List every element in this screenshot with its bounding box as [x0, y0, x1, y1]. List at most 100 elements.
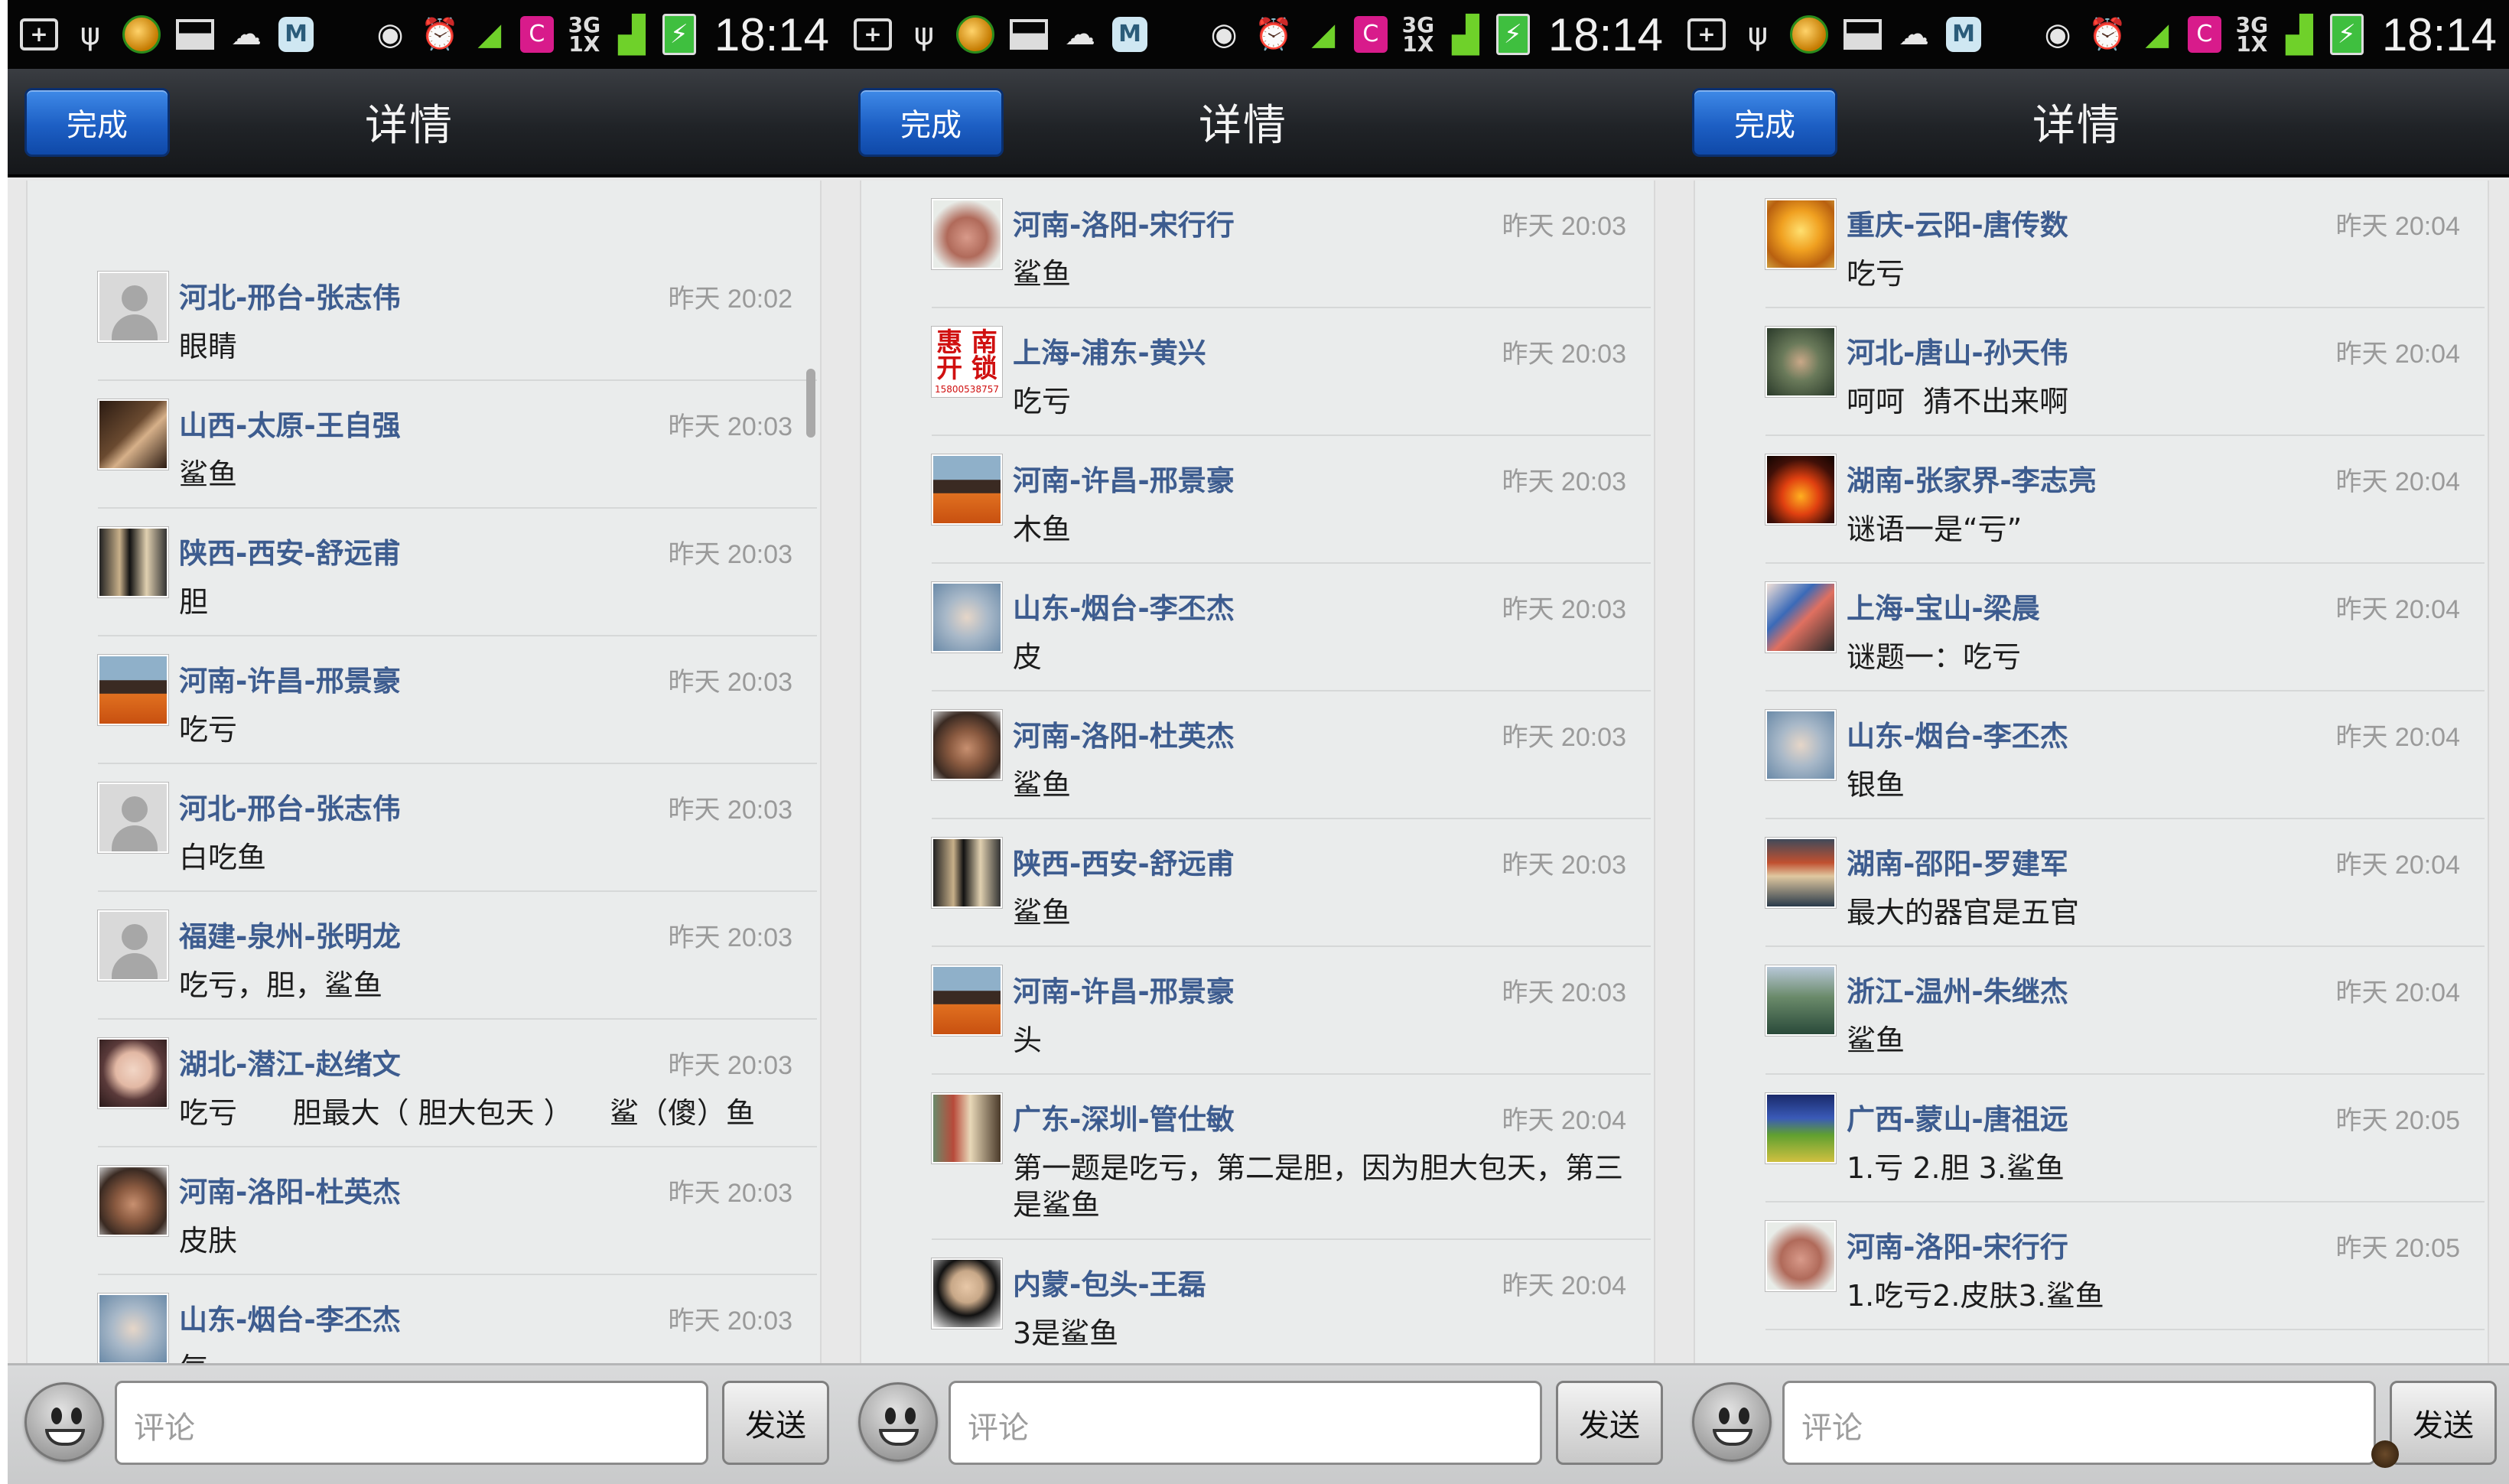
- avatar[interactable]: [98, 783, 168, 853]
- commenter-name[interactable]: 上海-浦东-黄兴: [1013, 330, 1206, 371]
- comment-item[interactable]: 河北-邢台-张志伟 昨天 20:02 眼睛: [98, 253, 817, 381]
- commenter-name[interactable]: 河北-邢台-张志伟: [179, 275, 401, 316]
- comment-item[interactable]: 河南-许昌-邢景豪 昨天 20:03 头: [932, 947, 1651, 1075]
- comment-text: 1.吃亏2.皮肤3.鲨鱼: [1847, 1279, 2104, 1313]
- comment-input[interactable]: 评论: [1782, 1381, 2376, 1465]
- commenter-name[interactable]: 山西-太原-王自强: [179, 402, 401, 444]
- comment-item[interactable]: 福建-泉州-张明龙 昨天 20:03 吃亏，胆，鲨鱼: [98, 892, 817, 1020]
- avatar[interactable]: [1765, 1221, 1836, 1291]
- commenter-name[interactable]: 上海-宝山-梁晨: [1847, 585, 2040, 626]
- avatar[interactable]: [98, 272, 168, 342]
- commenter-name[interactable]: 河南-洛阳-杜英杰: [1013, 713, 1235, 754]
- comment-item[interactable]: 上海-宝山-梁晨 昨天 20:04 谜题一：吃亏: [1765, 564, 2485, 692]
- avatar[interactable]: [1765, 965, 1836, 1036]
- commenter-name[interactable]: 河北-唐山-孙天伟: [1847, 330, 2068, 371]
- comment-item[interactable]: 山东-烟台-李丕杰 昨天 20:03 皮: [932, 564, 1651, 692]
- comment-item[interactable]: 湖南-邵阳-罗建军 昨天 20:04 最大的器官是五官: [1765, 819, 2485, 947]
- commenter-name[interactable]: 河北-邢台-张志伟: [179, 786, 401, 827]
- commenter-name[interactable]: 河南-许昌-邢景豪: [1013, 968, 1235, 1010]
- comment-item[interactable]: 浙江-温州-朱继杰 昨天 20:04 鲨鱼: [1765, 947, 2485, 1075]
- scrollbar-thumb[interactable]: [806, 369, 815, 438]
- commenter-name[interactable]: 山东-烟台-李丕杰: [1847, 713, 2068, 754]
- avatar[interactable]: [1765, 454, 1836, 525]
- commenter-name[interactable]: 广西-蒙山-唐祖远: [1847, 1096, 2068, 1137]
- commenter-name[interactable]: 浙江-温州-朱继杰: [1847, 968, 2068, 1010]
- avatar[interactable]: [932, 1093, 1002, 1163]
- commenter-name[interactable]: 河南-洛阳-宋行行: [1847, 1224, 2068, 1265]
- comment-item[interactable]: 湖南-张家界-李志亮 昨天 20:04 谜语一是“亏”: [1765, 436, 2485, 564]
- avatar[interactable]: [932, 965, 1002, 1036]
- commenter-name[interactable]: 河南-许昌-邢景豪: [1013, 457, 1235, 499]
- comment-item[interactable]: 湖北-潜江-赵绪文 昨天 20:03 吃亏 胆最大（ 胆大包天 ） 鲨（傻）鱼: [98, 1020, 817, 1147]
- commenter-name[interactable]: 湖南-邵阳-罗建军: [1847, 841, 2068, 882]
- commenter-name[interactable]: 山东-烟台-李丕杰: [179, 1297, 401, 1338]
- avatar[interactable]: [932, 838, 1002, 908]
- avatar[interactable]: [98, 910, 168, 981]
- comment-item[interactable]: 惠 南 开 锁 15800538757 上海-浦东-黄兴 昨天 20:03 吃亏: [932, 308, 1651, 436]
- comment-input[interactable]: 评论: [115, 1381, 708, 1465]
- avatar[interactable]: [1765, 710, 1836, 780]
- avatar[interactable]: [932, 199, 1002, 269]
- comment-item[interactable]: 河南-许昌-邢景豪 昨天 20:03 木鱼: [932, 436, 1651, 564]
- comment-input[interactable]: 评论: [949, 1381, 1542, 1465]
- avatar[interactable]: [98, 1294, 168, 1363]
- avatar[interactable]: [932, 1258, 1002, 1329]
- comment-item[interactable]: 河北-邢台-张志伟 昨天 20:03 白吃鱼: [98, 764, 817, 892]
- usb-icon: ψ: [1747, 17, 1769, 52]
- emoji-button[interactable]: [24, 1382, 104, 1462]
- commenter-name[interactable]: 河南-洛阳-宋行行: [1013, 202, 1235, 243]
- commenter-name[interactable]: 陕西-西安-舒远甫: [1013, 841, 1235, 882]
- avatar[interactable]: [932, 710, 1002, 780]
- avatar[interactable]: [1765, 582, 1836, 653]
- comment-item[interactable]: 河南-洛阳-杜英杰 昨天 20:03 鲨鱼: [932, 692, 1651, 819]
- done-button[interactable]: 完成: [858, 88, 1004, 157]
- comment-item[interactable]: 重庆-云阳-唐传数 昨天 20:04 吃亏: [1765, 181, 2485, 308]
- comment-item[interactable]: 山东-烟台-李丕杰 昨天 20:03 气: [98, 1275, 817, 1363]
- commenter-name[interactable]: 重庆-云阳-唐传数: [1847, 202, 2068, 243]
- comment-item[interactable]: 山西-太原-王自强 昨天 20:03 鲨鱼: [98, 381, 817, 509]
- avatar[interactable]: 惠 南 开 锁 15800538757: [932, 327, 1002, 397]
- title-bar: 完成 详情: [8, 69, 841, 177]
- comment-item[interactable]: 河南-许昌-邢景豪 昨天 20:03 吃亏: [98, 636, 817, 764]
- done-button[interactable]: 完成: [1692, 88, 1837, 157]
- avatar[interactable]: [98, 1038, 168, 1108]
- avatar[interactable]: [932, 582, 1002, 653]
- comment-item[interactable]: 内蒙-包头-王磊 昨天 20:04 3是鲨鱼: [932, 1240, 1651, 1363]
- send-button[interactable]: 发送: [1556, 1381, 1663, 1465]
- commenter-name[interactable]: 陕西-西安-舒远甫: [179, 530, 401, 571]
- comment-item[interactable]: 河南-洛阳-杜英杰 昨天 20:03 皮肤: [98, 1147, 817, 1275]
- comment-item[interactable]: 山东-烟台-李丕杰 昨天 20:04 银鱼: [1765, 692, 2485, 819]
- commenter-name[interactable]: 河南-许昌-邢景豪: [179, 658, 401, 699]
- avatar[interactable]: [1765, 1093, 1836, 1163]
- done-button[interactable]: 完成: [24, 88, 170, 157]
- avatar[interactable]: [1765, 327, 1836, 397]
- avatar[interactable]: [1765, 838, 1836, 908]
- commenter-name[interactable]: 河南-洛阳-杜英杰: [179, 1169, 401, 1210]
- emoji-button[interactable]: [858, 1382, 938, 1462]
- avatar[interactable]: [98, 1166, 168, 1236]
- comment-item[interactable]: 广西-蒙山-唐祖远 昨天 20:05 1.亏 2.胆 3.鲨鱼: [1765, 1075, 2485, 1202]
- commenter-name[interactable]: 广东-深圳-管仕敏: [1013, 1096, 1235, 1137]
- comment-list[interactable]: 重庆-云阳-唐传数 昨天 20:04 吃亏 河北-唐山-孙天伟 昨天 20:04 呵呵 猜…: [1694, 181, 2489, 1363]
- add-icon: +: [20, 18, 58, 50]
- avatar[interactable]: [98, 527, 168, 597]
- comment-item[interactable]: 广东-深圳-管仕敏 昨天 20:04 第一题是吃亏，第二是胆，因为胆大包天，第三是鲨…: [932, 1075, 1651, 1240]
- comment-item[interactable]: 河北-唐山-孙天伟 昨天 20:04 呵呵 猜不出来啊: [1765, 308, 2485, 436]
- comment-item[interactable]: 河南-洛阳-宋行行 昨天 20:05 1.吃亏2.皮肤3.鲨鱼: [1765, 1202, 2485, 1330]
- avatar[interactable]: [98, 655, 168, 725]
- send-button[interactable]: 发送: [722, 1381, 829, 1465]
- commenter-name[interactable]: 福建-泉州-张明龙: [179, 913, 401, 955]
- commenter-name[interactable]: 湖北-潜江-赵绪文: [179, 1041, 401, 1082]
- commenter-name[interactable]: 内蒙-包头-王磊: [1013, 1261, 1206, 1303]
- commenter-name[interactable]: 湖南-张家界-李志亮: [1847, 457, 2097, 499]
- comment-list[interactable]: 河南-洛阳-宋行行 昨天 20:03 鲨鱼惠 南 开 锁 15800538757 上海-…: [860, 181, 1655, 1363]
- comment-list[interactable]: 河北-邢台-张志伟 昨天 20:02 眼睛 山西-太原-王自强 昨天 20:03 鲨鱼 陕西…: [26, 181, 822, 1363]
- avatar[interactable]: [98, 399, 168, 470]
- comment-item[interactable]: 河南-洛阳-宋行行 昨天 20:03 鲨鱼: [932, 181, 1651, 308]
- comment-item[interactable]: 陕西-西安-舒远甫 昨天 20:03 胆: [98, 509, 817, 636]
- avatar[interactable]: [932, 454, 1002, 525]
- commenter-name[interactable]: 山东-烟台-李丕杰: [1013, 585, 1235, 626]
- emoji-button[interactable]: [1692, 1382, 1772, 1462]
- avatar[interactable]: [1765, 199, 1836, 269]
- comment-item[interactable]: 陕西-西安-舒远甫 昨天 20:03 鲨鱼: [932, 819, 1651, 947]
